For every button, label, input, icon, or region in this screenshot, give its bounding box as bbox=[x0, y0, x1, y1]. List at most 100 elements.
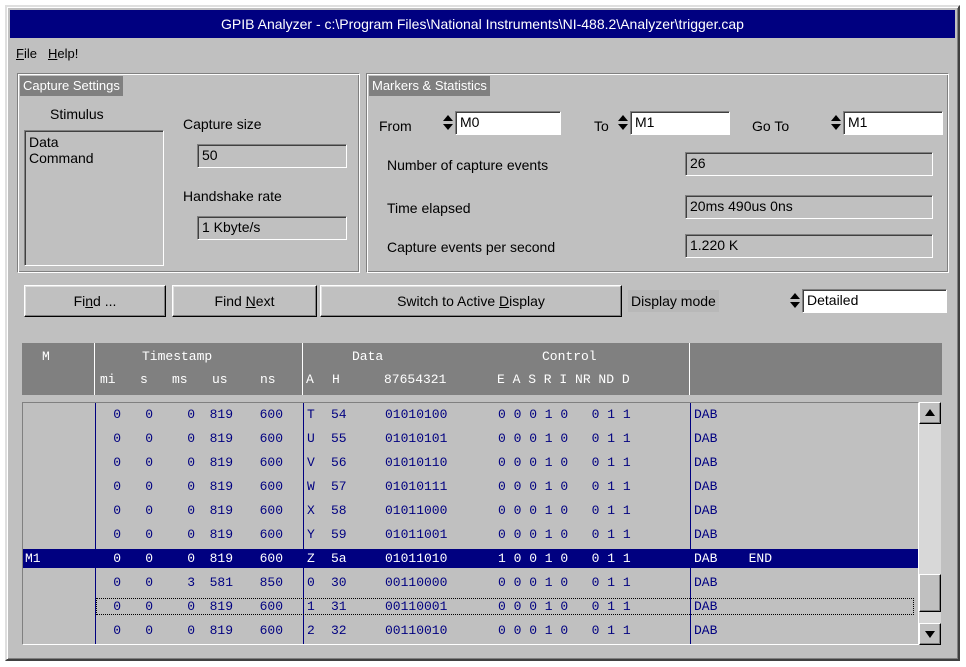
to-spinner[interactable] bbox=[616, 112, 630, 134]
stimulus-item-command[interactable]: Command bbox=[29, 150, 159, 166]
cell-hex: 56 bbox=[331, 455, 347, 470]
cell-ns: 600 bbox=[259, 455, 283, 470]
cell-us: 819 bbox=[209, 455, 233, 470]
cell-hex: 59 bbox=[331, 527, 347, 542]
find-next-button[interactable]: Find Next bbox=[172, 285, 317, 317]
capture-size-label: Capture size bbox=[183, 116, 262, 132]
find-button-mnemonic: n bbox=[85, 293, 94, 309]
cell-control: 0 0 0 1 0 0 1 1 bbox=[498, 575, 631, 590]
to-marker-field[interactable]: M1 bbox=[630, 111, 730, 135]
cell-description: DAB bbox=[694, 623, 718, 638]
handshake-rate-label: Handshake rate bbox=[183, 188, 282, 204]
menu-file[interactable]: File bbox=[16, 46, 37, 61]
from-spinner[interactable] bbox=[441, 112, 455, 134]
table-row-selected[interactable]: M1 0 0 0 819 600 Z 5a 01011010 1 0 0 1 0 0 1 1 DAB… bbox=[23, 549, 918, 568]
cell-hex: 58 bbox=[331, 503, 347, 518]
cell-ns: 850 bbox=[259, 575, 283, 590]
goto-marker-field[interactable]: M1 bbox=[843, 111, 943, 135]
capture-size-field[interactable]: 50 bbox=[197, 144, 347, 168]
cell-hex: 31 bbox=[331, 599, 347, 614]
cell-ms: 0 bbox=[187, 455, 195, 470]
cell-bits: 01011000 bbox=[385, 503, 448, 518]
scroll-thumb[interactable] bbox=[919, 574, 941, 612]
cell-ascii: 2 bbox=[307, 623, 315, 638]
cell-ms: 0 bbox=[187, 599, 195, 614]
capture-settings-title: Capture Settings bbox=[20, 76, 123, 96]
find-button[interactable]: Find ... bbox=[24, 285, 166, 317]
table-row[interactable]: 0 0 0 819 600 U 55 01010101 0 0 0 1 0 0 1 1 DAB bbox=[23, 429, 918, 448]
cell-ascii: T bbox=[307, 407, 315, 422]
col-control-flags-header: E A S R I NR ND D bbox=[497, 372, 630, 387]
table-row[interactable]: 0 0 0 819 600 X 58 01011000 0 0 0 1 0 0 1 1 DAB bbox=[23, 501, 918, 520]
table-row[interactable]: 0 0 0 819 600 V 56 01010110 0 0 0 1 0 0 1 1 DAB bbox=[23, 453, 918, 472]
stimulus-label: Stimulus bbox=[50, 106, 104, 122]
cell-description: DAB END bbox=[694, 551, 773, 566]
cell-control: 0 0 0 1 0 0 1 1 bbox=[498, 527, 631, 542]
cell-mi: 0 bbox=[113, 479, 121, 494]
table-row[interactable]: 0 0 0 819 600 W 57 01010111 0 0 0 1 0 0 1 1 DAB bbox=[23, 477, 918, 496]
cell-mi: 0 bbox=[113, 623, 121, 638]
cell-s: 0 bbox=[145, 599, 153, 614]
cell-ascii: X bbox=[307, 503, 315, 518]
table-scrollbar[interactable] bbox=[919, 402, 941, 645]
cell-description: DAB bbox=[694, 527, 718, 542]
menu-help[interactable]: Help! bbox=[48, 46, 78, 61]
cell-mi: 0 bbox=[113, 431, 121, 446]
table-row[interactable]: 0 0 3 581 850 0 30 00110000 0 0 0 1 0 0 1 1 DAB bbox=[23, 573, 918, 592]
cell-control: 0 0 0 1 0 0 1 1 bbox=[498, 623, 631, 638]
cell-mi: 0 bbox=[113, 551, 121, 566]
handshake-rate-field[interactable]: 1 Kbyte/s bbox=[197, 216, 347, 240]
col-m-header: M bbox=[42, 349, 50, 364]
cell-us: 819 bbox=[209, 623, 233, 638]
display-mode-field[interactable]: Detailed bbox=[802, 289, 947, 313]
capture-table[interactable]: 0 0 0 819 600 T 54 01010100 0 0 0 1 0 0 1 1 DAB 0 0… bbox=[22, 402, 919, 645]
cell-ns: 600 bbox=[259, 599, 283, 614]
menu-file-mnemonic: F bbox=[16, 46, 24, 61]
switch-display-button[interactable]: Switch to Active Display bbox=[320, 285, 622, 317]
arrow-up-icon[interactable] bbox=[919, 402, 941, 424]
cell-ascii: Y bbox=[307, 527, 315, 542]
table-row[interactable]: 0 0 0 819 600 Y 59 01011001 0 0 0 1 0 0 1 1 DAB bbox=[23, 525, 918, 544]
capture-events-label: Number of capture events bbox=[387, 157, 549, 173]
table-row[interactable]: 0 0 0 819 600 T 54 01010100 0 0 0 1 0 0 1 1 DAB bbox=[23, 405, 918, 424]
cell-description: DAB bbox=[694, 431, 718, 446]
menu-help-label: elp! bbox=[57, 46, 79, 61]
col-us-header: us bbox=[212, 372, 228, 387]
stimulus-listbox[interactable]: Data Command bbox=[24, 130, 164, 266]
table-row[interactable]: 0 0 0 819 600 2 32 00110010 0 0 0 1 0 0 1 1 DAB bbox=[23, 621, 918, 640]
cell-mi: 0 bbox=[113, 599, 121, 614]
from-label: From bbox=[379, 118, 412, 134]
cell-hex: 32 bbox=[331, 623, 347, 638]
cell-description: DAB bbox=[694, 575, 718, 590]
menu-bar: File Help! bbox=[10, 42, 955, 64]
cell-description: DAB bbox=[694, 479, 718, 494]
find-button-label-rest: d ... bbox=[93, 293, 117, 309]
switch-display-mnemonic: D bbox=[499, 293, 510, 309]
cell-description: DAB bbox=[694, 455, 718, 470]
scroll-track[interactable] bbox=[919, 424, 941, 623]
cell-s: 0 bbox=[145, 623, 153, 638]
cell-hex: 30 bbox=[331, 575, 347, 590]
cell-ascii: 1 bbox=[307, 599, 315, 614]
col-timestamp-header: Timestamp bbox=[142, 349, 213, 364]
cell-ms: 0 bbox=[187, 503, 195, 518]
arrow-down-icon[interactable] bbox=[919, 623, 941, 645]
display-mode-spinner[interactable] bbox=[788, 290, 802, 312]
cell-mi: 0 bbox=[113, 407, 121, 422]
table-row[interactable]: 0 0 0 819 600 1 31 00110001 0 0 0 1 0 0 1 1 DAB bbox=[23, 597, 918, 616]
cell-bits: 00110000 bbox=[385, 575, 448, 590]
cell-control: 0 0 0 1 0 0 1 1 bbox=[498, 503, 631, 518]
cell-us: 819 bbox=[209, 431, 233, 446]
cell-ascii: 0 bbox=[307, 575, 315, 590]
cell-mi: 0 bbox=[113, 575, 121, 590]
goto-spinner[interactable] bbox=[829, 112, 843, 134]
cell-ascii: W bbox=[307, 479, 315, 494]
find-next-label: Find bbox=[214, 293, 246, 309]
col-h-header: H bbox=[332, 372, 340, 387]
from-marker-field[interactable]: M0 bbox=[455, 111, 561, 135]
cell-ms: 0 bbox=[187, 551, 195, 566]
stimulus-item-data[interactable]: Data bbox=[29, 134, 159, 150]
header-divider bbox=[302, 343, 303, 395]
col-ns-header: ns bbox=[260, 372, 276, 387]
cell-s: 0 bbox=[145, 479, 153, 494]
